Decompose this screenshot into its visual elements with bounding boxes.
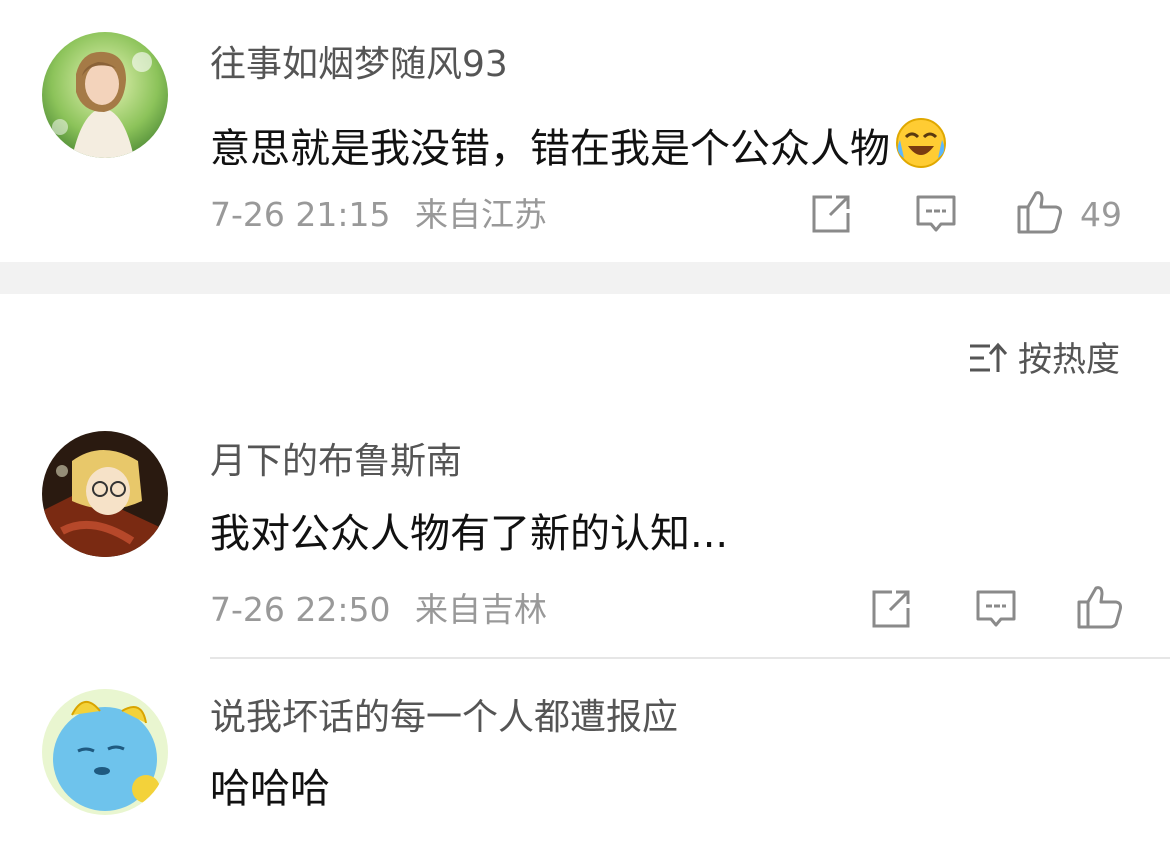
comment-meta: 7-26 21:15 来自江苏 — [210, 198, 547, 231]
avatar[interactable] — [42, 32, 168, 158]
comment-time: 7-26 22:50 — [210, 590, 391, 629]
comment-text: 意思就是我没错，错在我是个公众人物 — [210, 116, 948, 177]
comment-icon[interactable] — [975, 588, 1017, 634]
comment-location: 来自江苏 — [415, 195, 547, 234]
comment-location: 来自吉林 — [415, 590, 547, 629]
comment-time: 7-26 21:15 — [210, 195, 391, 234]
comment-text: 我对公众人物有了新的认知... — [210, 511, 729, 557]
comment-text-body: 意思就是我没错，错在我是个公众人物 — [210, 126, 890, 172]
username[interactable]: 往事如烟梦随风93 — [210, 47, 508, 83]
username[interactable]: 说我坏话的每一个人都遭报应 — [210, 700, 678, 736]
sort-button[interactable]: 按热度 — [968, 338, 1120, 382]
section-separator — [0, 262, 1170, 294]
avatar[interactable] — [42, 431, 168, 557]
avatar[interactable] — [42, 689, 168, 815]
sort-by-heat-icon — [968, 340, 1008, 380]
like-count: 49 — [1080, 195, 1122, 234]
crying-laughing-emoji-icon — [894, 116, 948, 177]
comment-icon[interactable] — [915, 193, 957, 239]
share-icon[interactable] — [870, 588, 912, 634]
sort-label: 按热度 — [1018, 340, 1120, 380]
share-icon[interactable] — [810, 193, 852, 239]
comment-divider — [210, 657, 1170, 659]
thumbs-up-icon[interactable] — [1016, 189, 1064, 239]
thumbs-up-icon[interactable] — [1076, 584, 1124, 634]
comment-text: 哈哈哈 — [210, 766, 330, 812]
comment-meta: 7-26 22:50 来自吉林 — [210, 593, 547, 626]
username[interactable]: 月下的布鲁斯南 — [210, 444, 462, 480]
comment-list: 往事如烟梦随风93 意思就是我没错，错在我是个公众人物 7-26 21:15 来… — [0, 0, 1170, 846]
